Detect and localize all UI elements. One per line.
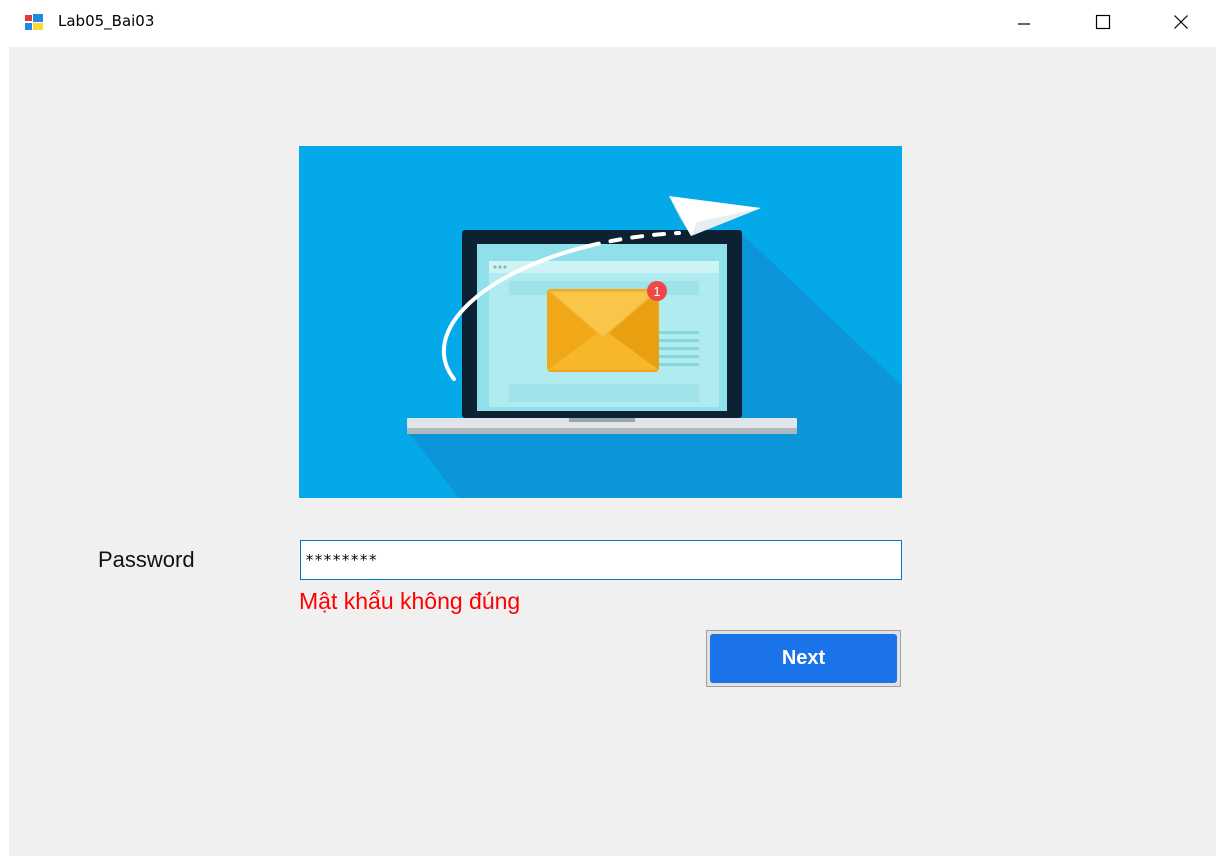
error-message: Mật khẩu không đúng	[299, 588, 521, 614]
form-client-area: 1 Password Mật khẩu không đúng Next	[9, 47, 1216, 856]
maximize-button[interactable]	[1080, 0, 1126, 44]
password-label: Password	[98, 547, 195, 572]
close-icon	[1174, 15, 1188, 29]
window-title: Lab05_Bai03	[58, 12, 155, 30]
close-button[interactable]	[1158, 0, 1204, 44]
notification-badge: 1	[653, 284, 660, 299]
minimize-icon	[1018, 23, 1030, 25]
next-button[interactable]: Next	[706, 630, 901, 687]
maximize-icon	[1095, 14, 1111, 30]
title-bar: Lab05_Bai03	[0, 0, 1225, 47]
winforms-app-icon	[24, 13, 44, 31]
next-button-label: Next	[710, 634, 897, 683]
laptop-email-illustration: 1	[299, 146, 902, 498]
minimize-button[interactable]	[1001, 0, 1047, 44]
password-input[interactable]	[300, 540, 902, 580]
